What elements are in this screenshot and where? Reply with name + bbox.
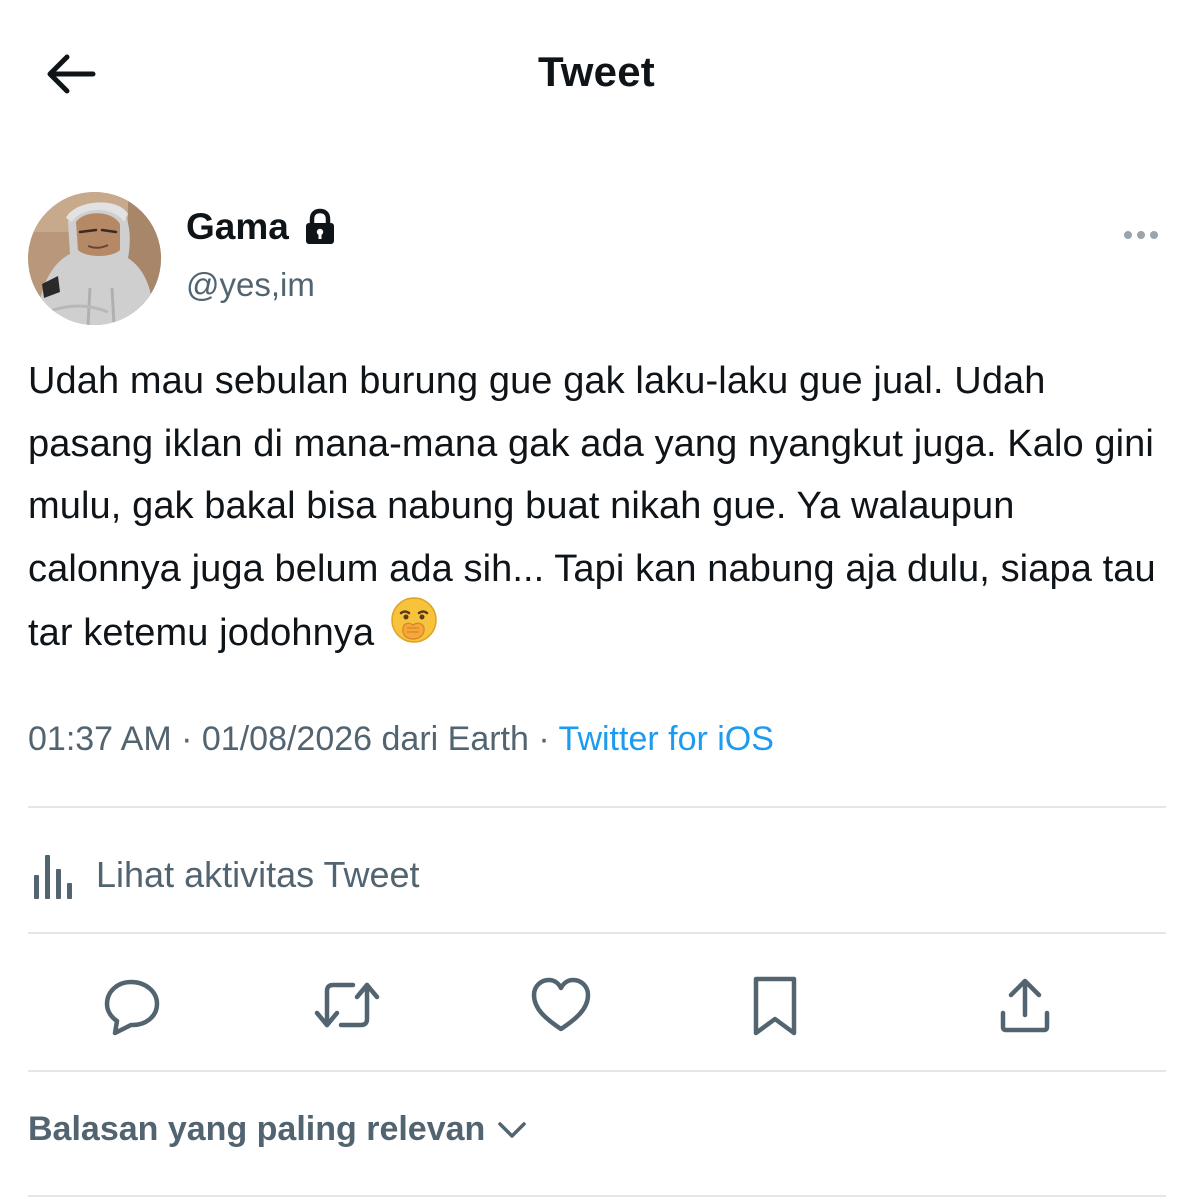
page-title: Tweet [538,48,655,95]
tweet-date-location: 01/08/2026 dari Earth [201,720,529,758]
name-row: Gama [186,206,337,248]
view-tweet-activity[interactable]: Lihat aktivitas Tweet [28,845,420,905]
more-dots-icon [1124,231,1132,239]
reply-icon [104,979,160,1036]
tweet-time: 01:37 AM [28,720,172,758]
display-name[interactable]: Gama [186,206,289,248]
like-button[interactable] [516,960,606,1050]
share-button[interactable] [980,960,1070,1050]
separator: · [538,720,550,758]
tweet-metadata: 01:37 AM · 01/08/2026 dari Earth · Twitt… [28,720,774,759]
top-bar: Tweet [0,0,1193,150]
divider [28,806,1166,808]
activity-label: Lihat aktivitas Tweet [96,854,420,895]
reply-button[interactable] [88,960,178,1050]
face-with-hand-over-mouth-emoji [389,595,439,665]
tweet-body: Udah mau sebulan burung gue gak laku-lak… [28,360,1156,654]
like-icon [531,977,591,1032]
reply-sort-dropdown[interactable]: Balasan yang paling relevan [28,1110,527,1149]
avatar-image [28,192,161,325]
tweet-source-link[interactable]: Twitter for iOS [559,720,774,758]
divider [28,1195,1166,1197]
reply-sort-label: Balasan yang paling relevan [28,1110,486,1148]
lock-icon [303,208,337,246]
retweet-button[interactable] [302,960,392,1050]
dot [1137,231,1145,239]
more-options-button[interactable] [1116,220,1166,250]
retweet-icon [314,982,380,1028]
separator: · [181,720,193,758]
user-handle[interactable]: @yes,im [186,266,315,304]
bookmark-button[interactable] [730,960,820,1050]
bookmark-icon [753,976,797,1036]
tweet-action-bar [0,960,1193,1050]
divider [28,1070,1166,1072]
divider [28,932,1166,934]
chevron-down-icon [497,1120,527,1140]
avatar[interactable] [28,192,161,325]
dot [1150,231,1158,239]
tweet-text: Udah mau sebulan burung gue gak laku-lak… [28,350,1178,670]
analytics-icon [34,855,72,899]
share-icon [1000,978,1050,1033]
tweet-author: Gama @yes,im [28,192,1168,327]
